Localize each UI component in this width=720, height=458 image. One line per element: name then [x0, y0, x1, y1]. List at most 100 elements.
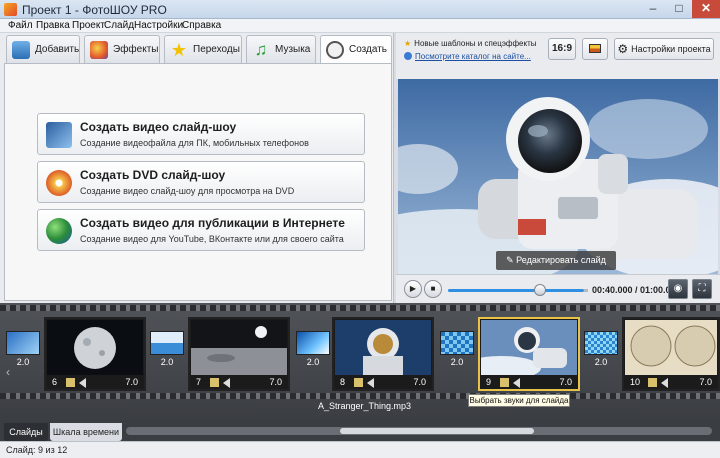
create-dvd-button[interactable]: Создать DVD слайд-шоу Создание видео сла… [37, 161, 365, 203]
close-button[interactable]: ✕ [692, 0, 720, 18]
slide-duration: 7.0 [699, 377, 712, 387]
slide-number: 8 [340, 377, 346, 387]
app-logo-icon [4, 3, 17, 16]
pencil-icon[interactable] [210, 378, 219, 387]
pencil-icon[interactable] [354, 378, 363, 387]
pencil-icon[interactable] [648, 378, 657, 387]
photos-icon [12, 41, 30, 59]
tab-slides[interactable]: Слайды [4, 423, 48, 441]
news-text: ★ Новые шаблоны и спецэффекты [404, 39, 537, 48]
astronaut-preview-image [398, 79, 718, 274]
transition-item[interactable]: 2.0 [584, 331, 618, 371]
slide-thumb[interactable]: 8 7.0 [332, 317, 434, 391]
stop-button[interactable]: ■ [424, 280, 442, 298]
menu-file[interactable]: Файл [8, 20, 33, 31]
tab-music[interactable]: ♫ Музыка [246, 35, 316, 63]
progress-track[interactable] [448, 289, 584, 292]
dvd-disc-icon [46, 170, 72, 196]
minimize-button[interactable]: – [640, 0, 666, 18]
slide-duration: 7.0 [559, 377, 572, 387]
project-settings-label: Настройки проекта [631, 44, 711, 54]
edit-slide-button[interactable]: ✎ Редактировать слайд [496, 251, 616, 270]
tab-add[interactable]: Добавить [6, 35, 80, 63]
video-device-icon [46, 122, 72, 148]
transition-item[interactable]: 2.0 [440, 331, 474, 371]
slide-thumb-selected[interactable]: 9 7.0 [478, 317, 580, 391]
tab-create-label: Создать [349, 44, 388, 55]
transition-thumb [440, 331, 474, 355]
catalog-link-label: Посмотрите каталог на сайте... [415, 52, 531, 61]
slide-preview[interactable]: ✎ Редактировать слайд [398, 79, 718, 274]
status-bar: Слайд: 9 из 12 [0, 441, 720, 458]
menu-bar: Файл Правка Проект Слайд Настройки Справ… [0, 19, 720, 33]
create-video-button[interactable]: Создать видео слайд-шоу Создание видеофа… [37, 113, 365, 155]
create-video-desc: Создание видеофайла для ПК, мобильных те… [80, 138, 309, 148]
gear-icon: ⚙ [617, 42, 629, 56]
audio-track-label[interactable]: A_Stranger_Thing.mp3 [318, 401, 411, 411]
create-web-video-button[interactable]: Создать видео для публикации в Интернете… [37, 209, 365, 251]
sound-icon[interactable] [79, 378, 86, 388]
snapshot-button[interactable]: ◉ [668, 279, 688, 299]
tab-effects-label: Эффекты [113, 44, 159, 55]
create-panel: Создать видео слайд-шоу Создание видеофа… [4, 63, 392, 301]
catalog-link[interactable]: Посмотрите каталог на сайте... [404, 52, 531, 61]
tab-transitions[interactable]: ★ Переходы [164, 35, 242, 63]
slide-number: 6 [52, 377, 58, 387]
menu-project[interactable]: Проект [72, 20, 105, 31]
sound-icon[interactable] [661, 378, 668, 388]
aspect-ratio-button[interactable]: 16:9 [548, 38, 576, 60]
transition-thumb [150, 331, 184, 355]
pencil-icon[interactable] [66, 378, 75, 387]
film-reel-icon [326, 41, 344, 59]
player-controls: ▶ ■ 00:40.000 / 01:00.000 ◉ ⛶ [396, 274, 720, 303]
film-strip-top [0, 305, 720, 311]
maximize-button[interactable]: □ [666, 0, 692, 18]
left-panel: Добавить Эффекты ★ Переходы ♫ Музыка Соз… [0, 33, 394, 303]
sound-icon[interactable] [513, 378, 520, 388]
tab-timeline[interactable]: Шкала времени [50, 423, 122, 441]
slide-thumb[interactable]: 10 7.0 [622, 317, 720, 391]
pencil-icon[interactable] [500, 378, 509, 387]
transition-item[interactable]: 2.0 [296, 331, 330, 371]
transition-duration: 2.0 [160, 357, 174, 367]
slide-thumb[interactable]: 7 7.0 [188, 317, 290, 391]
slide-image [191, 320, 287, 375]
menu-edit[interactable]: Правка [36, 20, 70, 31]
tab-create[interactable]: Создать [320, 35, 392, 64]
edit-slide-label: Редактировать слайд [516, 255, 606, 265]
title-bar: Проект 1 - ФотоШОУ PRO – □ ✕ [0, 0, 720, 19]
menu-slide[interactable]: Слайд [104, 20, 134, 31]
transition-duration: 2.0 [450, 357, 464, 367]
right-toolbar: ★ Новые шаблоны и спецэффекты Посмотрите … [396, 33, 720, 79]
slide-duration: 7.0 [413, 377, 426, 387]
transition-thumb [584, 331, 618, 355]
slide-image [335, 320, 431, 375]
transition-duration: 2.0 [16, 357, 30, 367]
menu-settings[interactable]: Настройки [134, 20, 183, 31]
fullscreen-button[interactable]: ⛶ [692, 279, 712, 299]
theme-button[interactable] [582, 38, 608, 60]
play-button[interactable]: ▶ [404, 280, 422, 298]
tab-music-label: Музыка [275, 44, 311, 55]
slide-duration: 7.0 [269, 377, 282, 387]
scrollbar-thumb[interactable] [340, 428, 534, 434]
menu-help[interactable]: Справка [182, 20, 221, 31]
timeline-scrollbar[interactable] [126, 427, 712, 435]
slide-duration: 7.0 [125, 377, 138, 387]
tab-transitions-label: Переходы [193, 44, 240, 55]
slide-number: 10 [630, 377, 641, 387]
transition-item[interactable]: 2.0 [6, 331, 40, 371]
transition-item[interactable]: 2.0 [150, 331, 184, 371]
main-tabs: Добавить Эффекты ★ Переходы ♫ Музыка Соз… [4, 33, 392, 64]
globe-icon [46, 218, 72, 244]
tab-effects[interactable]: Эффекты [84, 35, 160, 63]
slide-image [47, 320, 143, 375]
sound-icon[interactable] [367, 378, 374, 388]
slide-number: 7 [196, 377, 202, 387]
status-text: Слайд: 9 из 12 [6, 445, 68, 455]
progress-thumb[interactable] [534, 284, 546, 296]
project-settings-button[interactable]: ⚙ Настройки проекта [614, 38, 714, 60]
progress-remaining [584, 289, 588, 292]
slide-thumb[interactable]: 6 7.0 [44, 317, 146, 391]
sound-icon[interactable] [223, 378, 230, 388]
